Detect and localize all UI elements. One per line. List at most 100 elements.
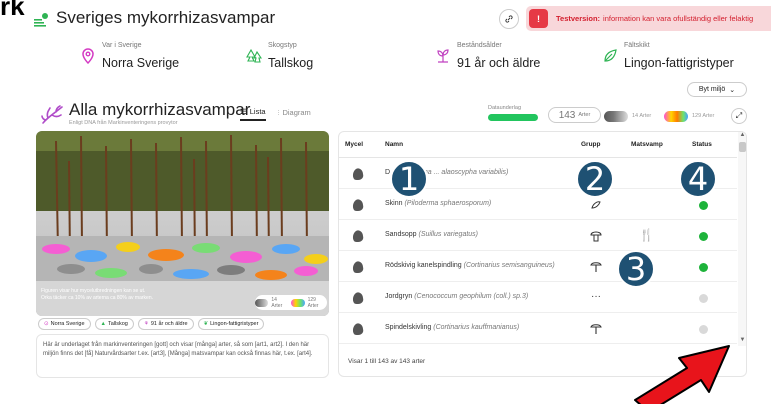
image-caption-line2: Orka täcker ca 10% av arterna ca 80% av …	[41, 295, 153, 301]
scroll-up-icon[interactable]: ▲	[738, 132, 746, 141]
mycelium-blob-icon	[352, 199, 364, 211]
tab-diagram[interactable]: ⫶ Diagram	[278, 107, 311, 121]
data-basis-indicator: Dataunderlag	[488, 105, 538, 121]
warning-icon: !	[529, 9, 548, 28]
tag-forest-type-label: Tallskog	[108, 321, 128, 327]
leaf-icon: ❦	[203, 321, 209, 327]
filter-forest-type-label: Skogstyp	[268, 42, 297, 49]
tag-field-layer: ❦ Lingon-fattigristyper	[197, 318, 265, 330]
scroll-down-icon[interactable]: ▼	[738, 337, 746, 346]
banner-text: information kan vara ofullständig eller …	[603, 14, 754, 23]
callout-badge-1: 1	[390, 160, 428, 198]
crust-fungus-icon	[591, 201, 601, 209]
filter-region-value: Norra Sverige	[102, 56, 180, 70]
species-name: Sandsopp (Suillus variegatus)	[385, 231, 479, 238]
environment-description: Här är underlaget från markinventeringen…	[36, 334, 329, 378]
pine-tree-icon	[246, 48, 262, 63]
other-group-icon: ···	[591, 291, 601, 302]
view-tabs: ☰ Lista ⫶ Diagram	[240, 107, 311, 121]
status-green-dot	[699, 263, 708, 272]
agaric-icon	[590, 324, 602, 334]
pine-tree-icon: ▲	[100, 321, 106, 327]
status-green-dot	[699, 232, 708, 241]
column-header-status[interactable]: Status	[692, 141, 712, 148]
change-environment-button[interactable]: Byt miljö ⌄	[687, 82, 747, 97]
mycelium-blob-icon	[352, 230, 364, 242]
callout-arrow-icon	[634, 345, 730, 404]
link-icon	[505, 15, 513, 23]
location-pin-icon: ⊙	[44, 321, 49, 327]
callout-badge-4: 4	[679, 160, 717, 198]
bolete-icon	[590, 231, 602, 242]
test-version-banner: ! Testversion: information kan vara oful…	[526, 6, 771, 31]
species-name: Jordgryn (Cenococcum geophilum (coll.) s…	[385, 293, 529, 300]
image-legend-gray: 14 Arter	[271, 296, 283, 309]
location-pin-icon	[82, 48, 94, 64]
gray-swatch-icon	[604, 110, 628, 122]
tag-region-label: Norra Sverige	[50, 321, 85, 327]
status-gray-dot	[699, 325, 708, 334]
banner-label: Testversion:	[556, 14, 601, 23]
status-gray-dot	[699, 294, 708, 303]
table-row[interactable]: Jordgryn (Cenococcum geophilum (coll.) s…	[339, 282, 737, 313]
species-name: Rödskivig kanelspindling (Cortinarius se…	[385, 262, 555, 269]
copy-link-button[interactable]	[499, 9, 519, 29]
color-swatch-icon	[664, 110, 688, 122]
table-row[interactable]: Rödskivig kanelspindling (Cortinarius se…	[339, 251, 737, 282]
app-title: Sveriges mykorrhizasvampar	[56, 8, 276, 27]
color-swatch-icon	[291, 298, 305, 307]
fullscreen-button[interactable]: ⤢	[731, 108, 747, 124]
filter-stand-age-label: Beståndsålder	[457, 42, 502, 49]
species-name: Skinn (Piloderma sphaerosporum)	[385, 200, 492, 207]
agaric-icon	[590, 262, 602, 272]
callout-badge-3: 3	[617, 250, 655, 288]
filter-forest-type-value: Tallskog	[268, 56, 314, 70]
callout-badge-2: 2	[576, 160, 614, 198]
table-footer: Visar 1 till 143 av 143 arter	[348, 358, 426, 365]
mycelium-blob-icon	[352, 261, 364, 273]
section-title: Alla mykorrhizasvampar	[69, 100, 251, 119]
leaf-icon	[604, 49, 617, 62]
bar-chart-icon: ⫶	[277, 107, 280, 117]
species-count-unit: Arter	[578, 112, 591, 118]
table-row[interactable]: Sandsopp (Suillus variegatus) 🍴	[339, 220, 737, 251]
species-count-pill: 143 Arter	[548, 107, 601, 123]
dominant-species-pill: 129 Arter	[664, 110, 714, 122]
column-header-name[interactable]: Namn	[385, 141, 403, 148]
tag-forest-type: ▲ Tallskog	[94, 318, 134, 330]
image-caption-line1: Figuren visar hur mycelutbredningen kan …	[41, 288, 146, 294]
app-window: rk Sveriges mykorrhizasvampar ! Testvers…	[0, 0, 771, 404]
change-environment-label: Byt miljö	[698, 86, 726, 93]
filter-region-label: Var i Sverige	[102, 42, 142, 49]
filter-field-layer-label: Fältskikt	[624, 42, 650, 49]
mycelium-icon	[41, 105, 63, 124]
mycelium-blob-icon	[352, 292, 364, 304]
mycelium-blob-icon	[352, 168, 364, 180]
filter-field-layer-value: Lingon-fattigristyper	[624, 56, 734, 70]
scrollbar-thumb[interactable]	[739, 142, 746, 152]
cropped-text-fragment: rk	[0, 0, 25, 21]
app-header: Sveriges mykorrhizasvampar ! Testversion…	[30, 0, 771, 36]
dominant-species-count: 129 Arter	[692, 113, 715, 119]
image-legend: 14 Arter 129 Arter	[255, 295, 327, 310]
sprout-icon	[437, 49, 449, 63]
gray-swatch-icon	[255, 298, 269, 307]
tag-stand-age-label: 91 år och äldre	[150, 321, 188, 327]
mycelium-blob-icon	[352, 323, 364, 335]
status-green-dot	[699, 201, 708, 210]
sprout-icon: ⚘	[143, 321, 149, 327]
species-name: Spindelskivling (Cortinarius kauffmanian…	[385, 324, 520, 331]
image-caption: Figuren visar hur mycelutbredningen kan …	[41, 288, 153, 302]
table-scrollbar[interactable]: ▲ ▼	[738, 132, 746, 346]
tag-field-layer-label: Lingon-fattigristyper	[210, 321, 259, 327]
tag-region: ⊙ Norra Sverige	[38, 318, 91, 330]
non-dominant-species-pill: 14 Arter	[604, 110, 651, 122]
column-header-edible[interactable]: Matsvamp	[631, 141, 663, 148]
tab-list-label: Lista	[249, 107, 266, 116]
fork-knife-icon: 🍴	[639, 228, 654, 242]
column-header-group[interactable]: Grupp	[581, 141, 601, 148]
tab-list[interactable]: ☰ Lista	[240, 107, 266, 121]
non-dominant-species-count: 14 Arter	[632, 113, 652, 119]
column-header-mycel[interactable]: Mycel	[345, 141, 363, 148]
tag-stand-age: ⚘ 91 år och äldre	[137, 318, 194, 330]
